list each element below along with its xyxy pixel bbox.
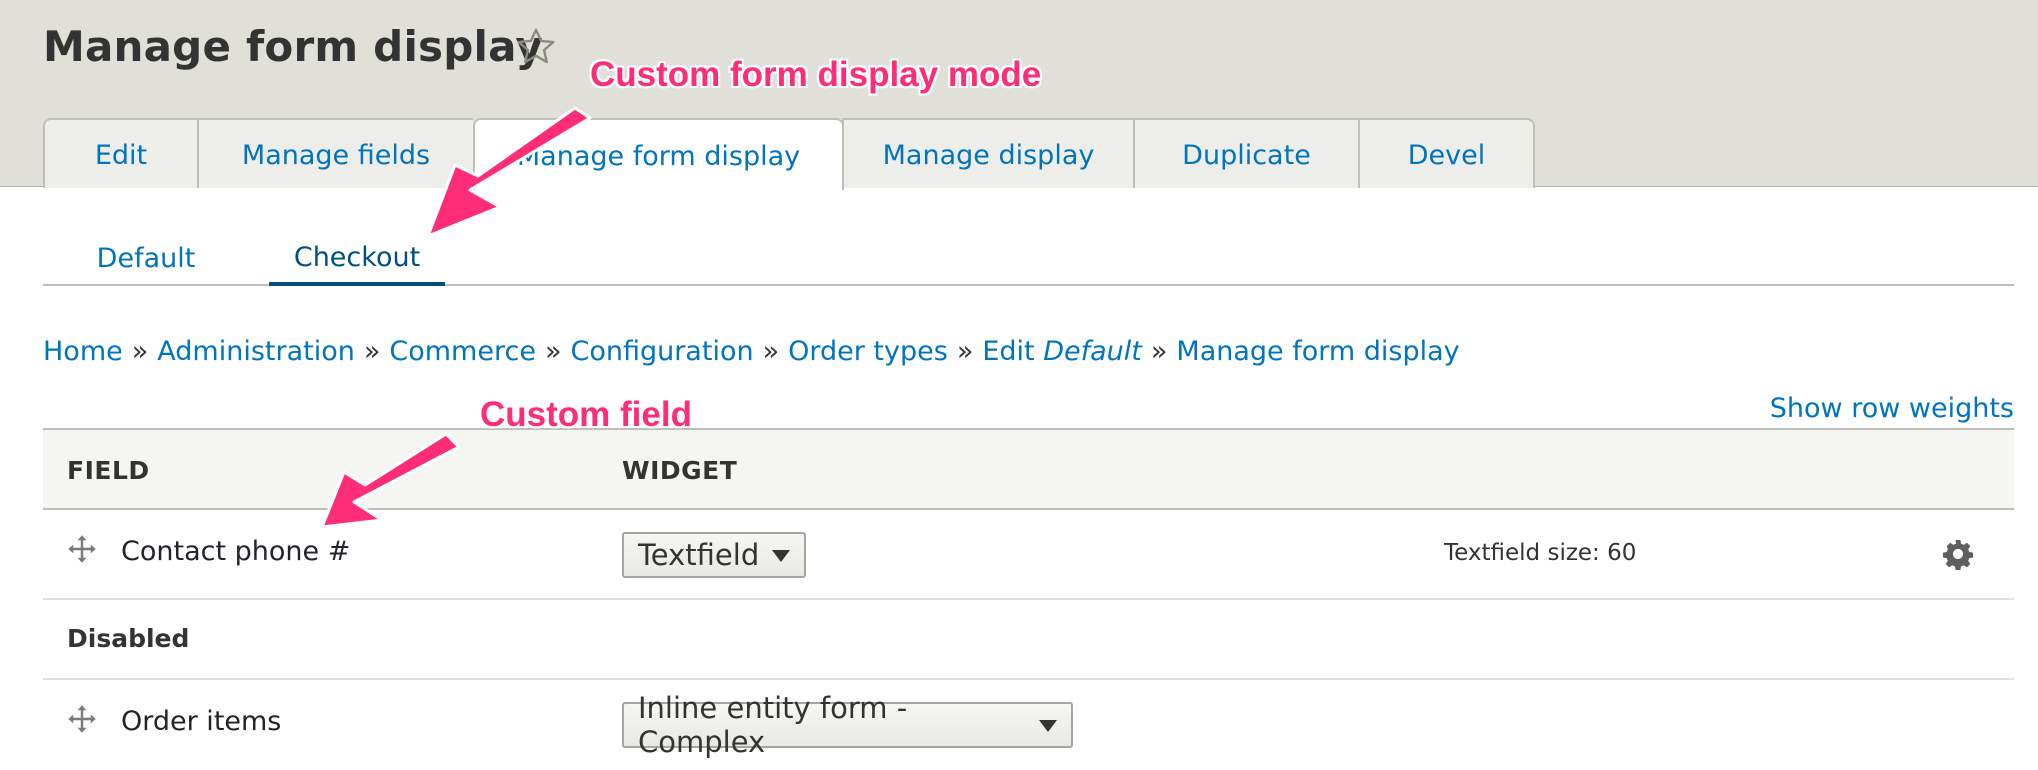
breadcrumb: Home » Administration » Commerce » Configurati… bbox=[43, 336, 1460, 367]
breadcrumb-edit-prefix: Edit bbox=[982, 336, 1035, 367]
move-arrows-icon[interactable] bbox=[67, 534, 97, 564]
annotation-custom-field: Custom field bbox=[480, 395, 692, 434]
page-title: Manage form display bbox=[43, 22, 543, 71]
field-label: Contact phone # bbox=[121, 536, 351, 567]
annotation-custom-form-display-mode: Custom form display mode bbox=[590, 55, 1042, 94]
breadcrumb-administration[interactable]: Administration bbox=[157, 336, 355, 367]
chevron-down-icon bbox=[1039, 720, 1057, 732]
widget-summary: Textfield size: 60 bbox=[1444, 540, 1637, 566]
breadcrumb-separator: » bbox=[544, 336, 562, 367]
field-label: Order items bbox=[121, 706, 282, 737]
breadcrumb-separator: » bbox=[956, 336, 974, 367]
tab-manage-display[interactable]: Manage display bbox=[842, 118, 1133, 188]
subtab-default[interactable]: Default bbox=[91, 232, 201, 284]
header-field: FIELD bbox=[67, 456, 150, 485]
widget-select-value: Textfield bbox=[638, 538, 760, 572]
secondary-tabs: Default Checkout bbox=[43, 224, 2014, 286]
gear-icon[interactable] bbox=[1942, 538, 1974, 570]
tab-duplicate[interactable]: Duplicate bbox=[1133, 118, 1358, 188]
breadcrumb-order-types[interactable]: Order types bbox=[788, 336, 948, 367]
field-display-table: FIELD WIDGET Contact phone # Textfield T… bbox=[43, 428, 2014, 770]
tab-manage-fields[interactable]: Manage fields bbox=[197, 118, 473, 188]
breadcrumb-separator: » bbox=[363, 336, 381, 367]
widget-select-value: Inline entity form - Complex bbox=[638, 691, 908, 759]
table-row: Contact phone # Textfield Textfield size… bbox=[43, 510, 2014, 600]
star-outline-icon[interactable] bbox=[514, 25, 558, 69]
breadcrumb-separator: » bbox=[131, 336, 149, 367]
table-row: Order items Inline entity form - Complex bbox=[43, 680, 2014, 770]
show-row-weights-link[interactable]: Show row weights bbox=[1770, 393, 2014, 424]
subtab-checkout[interactable]: Checkout bbox=[269, 232, 445, 286]
breadcrumb-separator: » bbox=[762, 336, 780, 367]
widget-select[interactable]: Textfield bbox=[622, 532, 806, 578]
breadcrumb-edit-default[interactable]: Edit Default bbox=[982, 336, 1142, 367]
region-title: Disabled bbox=[67, 624, 190, 653]
breadcrumb-edit-name: Default bbox=[1043, 336, 1142, 367]
tab-devel[interactable]: Devel bbox=[1358, 118, 1535, 188]
primary-tabs: Edit Manage fields Manage form display M… bbox=[43, 118, 1535, 190]
chevron-down-icon bbox=[772, 550, 790, 562]
tab-manage-form-display[interactable]: Manage form display bbox=[473, 118, 844, 190]
widget-select[interactable]: Inline entity form - Complex bbox=[622, 691, 1073, 759]
region-row-disabled: Disabled bbox=[43, 600, 2014, 680]
table-header: FIELD WIDGET bbox=[43, 428, 2014, 510]
breadcrumb-commerce[interactable]: Commerce bbox=[389, 336, 536, 367]
tab-edit[interactable]: Edit bbox=[43, 118, 197, 188]
breadcrumb-manage-form-display[interactable]: Manage form display bbox=[1176, 336, 1459, 367]
breadcrumb-home[interactable]: Home bbox=[43, 336, 123, 367]
move-arrows-icon[interactable] bbox=[67, 704, 97, 734]
breadcrumb-configuration[interactable]: Configuration bbox=[570, 336, 753, 367]
breadcrumb-separator: » bbox=[1150, 336, 1168, 367]
header-widget: WIDGET bbox=[622, 456, 738, 485]
